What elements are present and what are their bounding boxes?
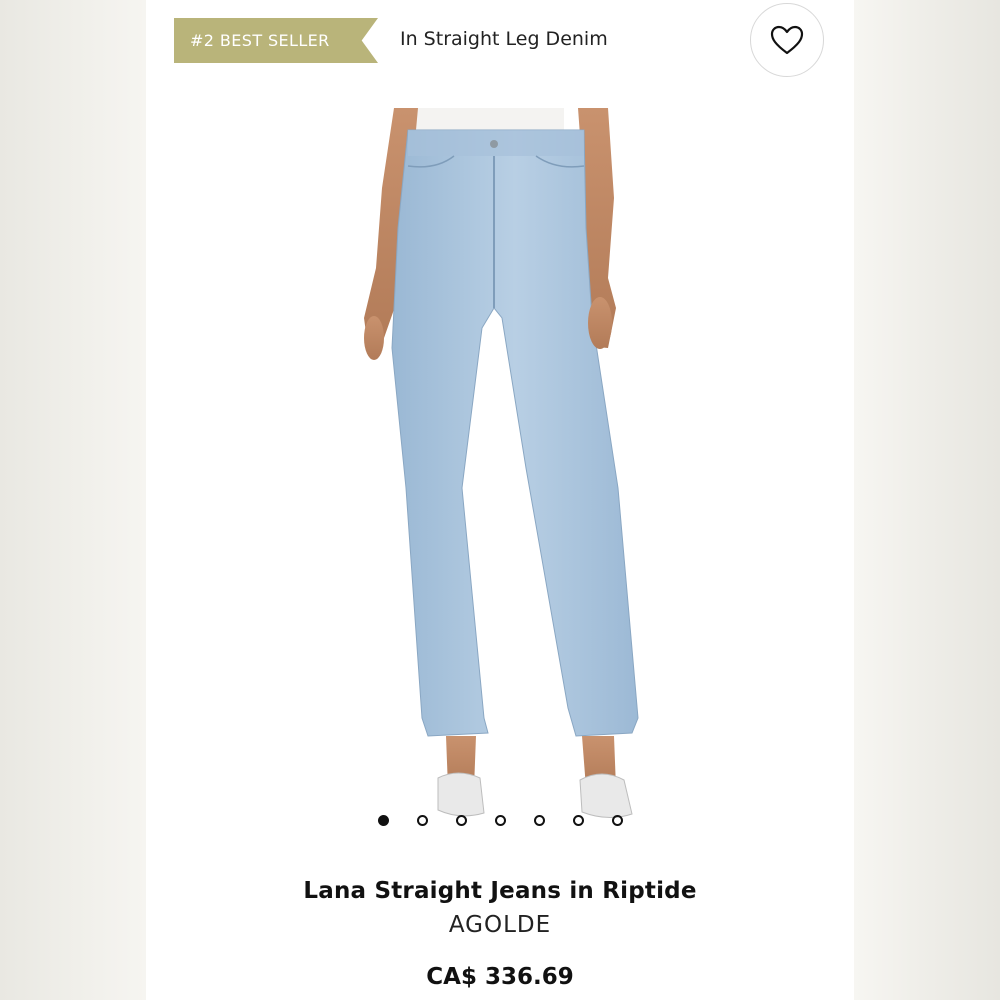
image-carousel-dots (146, 815, 854, 826)
product-brand[interactable]: AGOLDE (146, 912, 854, 938)
carousel-dot-6[interactable] (572, 815, 584, 826)
background-left (0, 0, 146, 1000)
background-right (854, 0, 1000, 1000)
category-link[interactable]: In Straight Leg Denim (400, 28, 608, 50)
product-page: #2 BEST SELLER In Straight Leg Denim Lan… (146, 0, 854, 1000)
carousel-dot-1[interactable] (377, 815, 389, 826)
heart-outline-icon (770, 25, 804, 55)
best-seller-label: #2 BEST SELLER (190, 31, 330, 50)
product-price: CA$ 336.69 (426, 964, 574, 990)
carousel-dot-7[interactable] (611, 815, 623, 826)
carousel-dot-3[interactable] (455, 815, 467, 826)
carousel-dot-4[interactable] (494, 815, 506, 826)
carousel-dot-5[interactable] (533, 815, 545, 826)
favorite-button[interactable] (750, 3, 824, 77)
product-title: Lana Straight Jeans in Riptide (303, 878, 697, 904)
carousel-dot-2[interactable] (416, 815, 428, 826)
best-seller-badge: #2 BEST SELLER (174, 18, 378, 63)
product-image[interactable] (346, 108, 646, 838)
